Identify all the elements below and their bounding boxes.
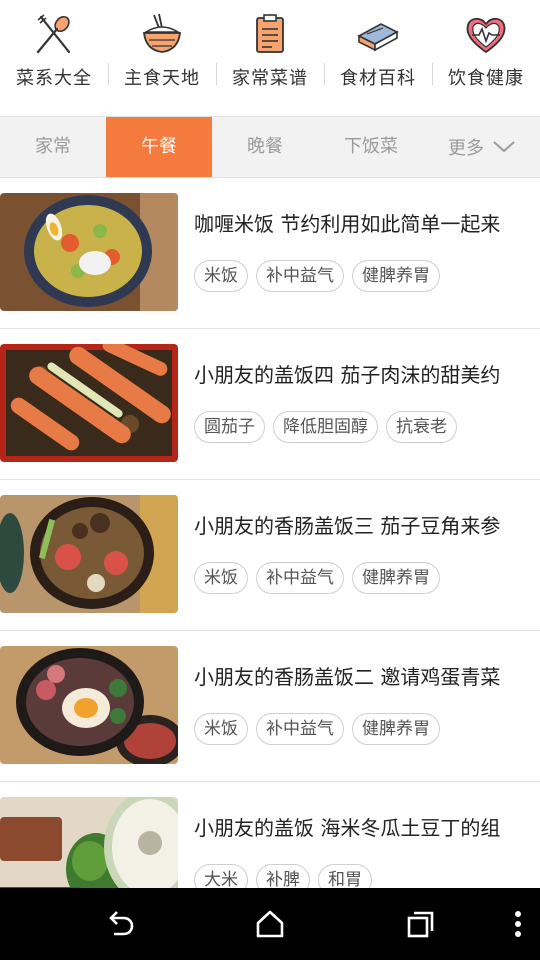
- meal-tabs: 家常 午餐 晚餐 下饭菜 更多: [0, 117, 540, 178]
- tab-more-label: 更多: [448, 138, 484, 159]
- category-ingredients[interactable]: 食材百科: [324, 0, 432, 116]
- recipe-tags: 圆茄子 降低胆固醇 抗衰老: [194, 411, 465, 443]
- recent-apps-icon[interactable]: [404, 908, 436, 940]
- recipe-item[interactable]: 小朋友的盖饭四 茄子肉沫的甜美约 圆茄子 降低胆固醇 抗衰老: [0, 329, 540, 480]
- tab-lunch[interactable]: 午餐: [106, 117, 212, 177]
- recipe-tags: 米饭 补中益气 健脾养胃: [194, 562, 448, 594]
- recipe-tag[interactable]: 降低胆固醇: [273, 411, 378, 443]
- recipe-thumbnail[interactable]: [0, 797, 178, 888]
- recipe-list: 咖喱米饭 节约利用如此简单一起来 米饭 补中益气 健脾养胃 小朋友的盖饭四 茄子…: [0, 178, 540, 888]
- category-home-recipes[interactable]: 家常菜谱: [216, 0, 324, 116]
- category-label: 饮食健康: [448, 68, 524, 89]
- tab-home-cooking[interactable]: 家常: [0, 117, 106, 177]
- category-staples[interactable]: 主食天地: [108, 0, 216, 116]
- recipe-tags: 大米 补脾 和胃: [194, 864, 380, 888]
- tab-rice-dishes[interactable]: 下饭菜: [318, 117, 424, 177]
- category-label: 菜系大全: [16, 68, 92, 89]
- category-label: 食材百科: [340, 68, 416, 89]
- recipe-tag[interactable]: 米饭: [194, 260, 248, 292]
- recipe-thumbnail[interactable]: [0, 193, 178, 311]
- recipe-tag[interactable]: 和胃: [318, 864, 372, 888]
- recipe-title[interactable]: 小朋友的香肠盖饭三 茄子豆角来参: [194, 510, 540, 539]
- recipe-item[interactable]: 小朋友的香肠盖饭二 邀请鸡蛋青菜 米饭 补中益气 健脾养胃: [0, 631, 540, 782]
- back-icon[interactable]: [104, 908, 136, 940]
- category-label: 主食天地: [124, 68, 200, 89]
- recipe-tags: 米饭 补中益气 健脾养胃: [194, 260, 448, 292]
- recipe-tag[interactable]: 健脾养胃: [352, 562, 440, 594]
- recipe-tag[interactable]: 补中益气: [256, 713, 344, 745]
- category-bar: 菜系大全 主食天地 家常菜谱 食材百科 饮食健康: [0, 0, 540, 117]
- chevron-down-icon: [493, 141, 515, 153]
- category-label: 家常菜谱: [232, 68, 308, 89]
- recipe-tag[interactable]: 大米: [194, 864, 248, 888]
- fork-spoon-icon: [36, 14, 71, 54]
- recipe-title[interactable]: 咖喱米饭 节约利用如此简单一起来: [194, 208, 540, 237]
- tab-more[interactable]: 更多: [424, 117, 540, 177]
- recipe-title[interactable]: 小朋友的盖饭四 茄子肉沫的甜美约: [194, 359, 540, 388]
- recipe-item[interactable]: 咖喱米饭 节约利用如此简单一起来 米饭 补中益气 健脾养胃: [0, 178, 540, 329]
- recipe-title[interactable]: 小朋友的盖饭 海米冬瓜土豆丁的组: [194, 812, 540, 841]
- tab-dinner[interactable]: 晚餐: [212, 117, 318, 177]
- heart-health-icon: [466, 17, 506, 54]
- encyclopedia-icon: [357, 23, 399, 52]
- recipe-tag[interactable]: 补脾: [256, 864, 310, 888]
- recipe-tag[interactable]: 健脾养胃: [352, 713, 440, 745]
- overflow-menu-icon[interactable]: [502, 908, 534, 940]
- rice-bowl-icon: [142, 13, 182, 53]
- category-cuisines[interactable]: 菜系大全: [0, 0, 108, 116]
- system-nav-bar: [0, 888, 540, 960]
- recipe-tag[interactable]: 补中益气: [256, 260, 344, 292]
- home-icon[interactable]: [254, 908, 286, 940]
- recipe-tag[interactable]: 健脾养胃: [352, 260, 440, 292]
- recipe-thumbnail[interactable]: [0, 646, 178, 764]
- recipe-tag[interactable]: 抗衰老: [386, 411, 457, 443]
- recipe-thumbnail[interactable]: [0, 344, 178, 462]
- recipe-item[interactable]: 小朋友的盖饭 海米冬瓜土豆丁的组 大米 补脾 和胃: [0, 782, 540, 888]
- recipe-tag[interactable]: 补中益气: [256, 562, 344, 594]
- recipe-title[interactable]: 小朋友的香肠盖饭二 邀请鸡蛋青菜: [194, 661, 540, 690]
- recipe-tag[interactable]: 圆茄子: [194, 411, 265, 443]
- recipe-thumbnail[interactable]: [0, 495, 178, 613]
- recipe-book-icon: [256, 14, 284, 53]
- category-health[interactable]: 饮食健康: [432, 0, 540, 116]
- recipe-item[interactable]: 小朋友的香肠盖饭三 茄子豆角来参 米饭 补中益气 健脾养胃: [0, 480, 540, 631]
- recipe-tag[interactable]: 米饭: [194, 562, 248, 594]
- recipe-tags: 米饭 补中益气 健脾养胃: [194, 713, 448, 745]
- recipe-tag[interactable]: 米饭: [194, 713, 248, 745]
